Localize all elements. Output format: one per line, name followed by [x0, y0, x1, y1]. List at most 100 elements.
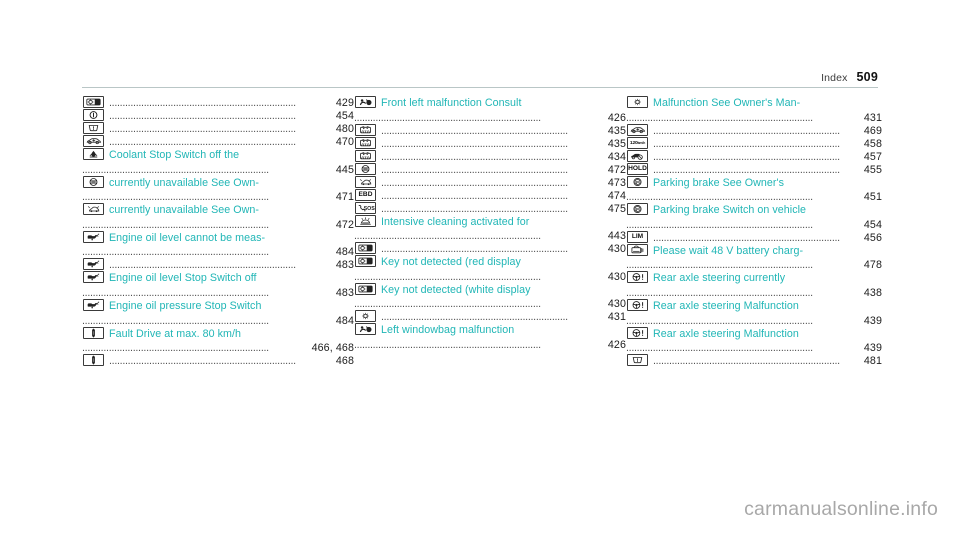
index-entry-line: Engine oil level cannot be meas-: [82, 230, 354, 247]
index-entry-page-number: 475: [607, 202, 626, 215]
index-entry-text: Rear axle steering Malfunction: [653, 327, 799, 340]
key-battery-icon: [83, 96, 104, 108]
index-entry[interactable]: inoperative See Owner's Man.............…: [354, 149, 626, 163]
index-entry-line: Stop immediately........................…: [626, 315, 882, 327]
index-entry-line: vehicle.................................…: [82, 164, 354, 176]
index-entry[interactable]: currently unavailable See Own-er's Manua…: [82, 175, 354, 204]
index-entry-line: Manual..................................…: [626, 191, 882, 203]
index-entry[interactable]: Fault Stop..............................…: [82, 354, 354, 367]
leader-dots: ........................................…: [354, 230, 541, 243]
index-entry-page-number: 439: [863, 314, 882, 327]
index-entry-line: inoperative See Owner's Man.............…: [354, 149, 626, 163]
index-entry[interactable]: P Parking brake Switch on vehicle to relea…: [626, 203, 882, 231]
oil-can-icon: [83, 230, 104, 243]
index-entry[interactable]: Engine oil level cannot be meas-ured....…: [82, 230, 354, 258]
index-entry-line: HOLDOff.................................…: [626, 162, 882, 176]
index-entry[interactable]: Engine oil level Stop Switch off the vehi…: [82, 271, 354, 299]
index-entry-line: 30 s....................................…: [354, 230, 626, 242]
index-entry[interactable]: Key being initialised Please wait.......…: [354, 242, 626, 255]
car-compressor-icon: [627, 123, 648, 136]
index-entry-page-number: 483: [335, 259, 354, 272]
damper-icon: [83, 326, 104, 339]
leader-dots: ........................................…: [626, 111, 813, 124]
index-entry-line: Max. speed 20km/h.......................…: [626, 123, 882, 137]
index-entry[interactable]: Check brake fluid level.................…: [82, 109, 354, 122]
index-entry[interactable]: P Parking brake See Owner's Manual........…: [626, 175, 882, 203]
index-entry-page-number: 455: [863, 163, 882, 176]
index-entry-page-number: 472: [335, 218, 354, 231]
index-entry-line: LIMpassive..............................…: [626, 230, 882, 244]
index-entry-line: Front left malfunction Consult: [354, 96, 626, 112]
index-entry[interactable]: Off.....................................…: [626, 149, 882, 163]
index-entry[interactable]: inoperative See Owner's Manual..........…: [354, 162, 626, 176]
index-entry[interactable]: Inoperative Refuel vehicle..............…: [354, 136, 626, 150]
index-entry-page-number: 430: [607, 298, 626, 311]
index-entry-page-number: 469: [863, 124, 882, 137]
index-entry-page-number: 454: [863, 218, 882, 231]
index-entry[interactable]: Rear axle steering Malfunction Visit work…: [626, 326, 882, 354]
leader-dots: ........................................…: [653, 150, 840, 163]
index-entry[interactable]: Rectify tyre pressure...................…: [626, 354, 882, 367]
index-entry-line: Left windowbag malfunction: [354, 323, 626, 339]
rear-axle-steering-icon: [627, 298, 648, 311]
damper-icon: [83, 354, 104, 367]
index-entry[interactable]: Left dipped beam (example)..............…: [354, 310, 626, 323]
index-entry[interactable]: Rear axle steering currently malfunctioni…: [626, 271, 882, 299]
index-column-middle: Front left malfunction Consult workshop (…: [354, 96, 626, 367]
speed-limit-120-icon: 120km/h: [627, 136, 648, 149]
tyre-pressure-icon: [83, 122, 104, 134]
lim-icon: LIM: [627, 230, 648, 243]
index-entry[interactable]: currently unavailable See Own-er's Manua…: [82, 203, 354, 231]
leader-dots: ........................................…: [653, 137, 840, 150]
index-entry[interactable]: Fault Drive at max. 80 km/h.............…: [82, 326, 354, 354]
index-entry[interactable]: Engine oil pressure Stop Switch off the v…: [82, 298, 354, 327]
index-entry-text: Engine oil level Stop Switch off: [109, 272, 257, 285]
index-entry[interactable]: SOSInoperative..........................…: [354, 201, 626, 215]
index-entry-text: Front left malfunction Consult: [381, 97, 522, 109]
leader-dots: ........................................…: [109, 123, 296, 135]
index-entry[interactable]: Rear axle steering Malfunction Stop immed…: [626, 298, 882, 327]
sos-icon: SOS: [355, 201, 376, 214]
index-entry-page-number: 434: [607, 150, 626, 163]
leader-dots: ........................................…: [109, 97, 296, 109]
index-entry[interactable]: Key not detected (red display message)...…: [354, 255, 626, 283]
index-entry[interactable]: Change key batteries....................…: [82, 96, 354, 109]
airbag-icon: [355, 323, 376, 336]
index-entry[interactable]: Check tyre(s)...........................…: [82, 122, 354, 135]
leader-dots: ........................................…: [381, 150, 568, 163]
index-entry[interactable]: Front left malfunction Consult workshop (…: [354, 96, 626, 124]
index-entry[interactable]: Compressor is cooling...................…: [82, 135, 354, 148]
index-entry-line: Key not detected (red display: [354, 255, 626, 271]
index-entry[interactable]: Left windowbag malfunction Consult worksh…: [354, 323, 626, 351]
index-entry[interactable]: EBDinoperative See Owner's Manual.......…: [354, 188, 626, 202]
abs-icon: [83, 203, 104, 216]
index-entry[interactable]: inoperative See Owner's Manual..........…: [354, 175, 626, 189]
coolant-icon: [83, 148, 104, 160]
leader-dots: ........................................…: [626, 286, 813, 299]
index-entry-page-number: 471: [335, 191, 354, 204]
index-entry[interactable]: inoperative Battery low.................…: [354, 123, 626, 137]
index-entry[interactable]: Malfunction See Owner's Man-ual.........…: [626, 96, 882, 124]
index-entry[interactable]: 120km/hMaximum speed exceeded...........…: [626, 136, 882, 150]
index-entry[interactable]: Max. speed 20km/h.......................…: [626, 123, 882, 137]
index-entry-line: P Parking brake Switch on vehicle: [626, 203, 882, 219]
index-entry[interactable]: Intensive cleaning activated for 30 s....…: [354, 214, 626, 242]
leader-dots: ........................................…: [381, 311, 568, 324]
leader-dots: ........................................…: [82, 191, 269, 204]
index-entry[interactable]: Coolant Stop Switch off the vehicle......…: [82, 148, 354, 176]
index-entry-text: Rear axle steering currently: [653, 272, 786, 285]
tyre-pressure-icon: [627, 354, 648, 367]
leader-dots: ........................................…: [354, 111, 541, 124]
index-entry[interactable]: Key not detected (white display message).…: [354, 282, 626, 311]
header-page-number: 509: [856, 70, 878, 84]
index-entry-line: Check tyre(s)...........................…: [82, 122, 354, 135]
index-entry-text: Rear axle steering Malfunction: [653, 299, 799, 312]
index-entry[interactable]: Please wait 48 V battery charg-ing......…: [626, 243, 882, 271]
index-entry[interactable]: Engine oil level Reduce oil level.......…: [82, 258, 354, 271]
index-entry-page-number: 484: [335, 314, 354, 327]
index-entry-line: er's Manual.............................…: [82, 219, 354, 231]
index-entry[interactable]: HOLDOff.................................…: [626, 162, 882, 176]
index-entry-text: Intensive cleaning activated for: [381, 215, 530, 228]
index-entry[interactable]: LIMpassive..............................…: [626, 230, 882, 244]
brake-fluid-icon: [83, 109, 104, 121]
